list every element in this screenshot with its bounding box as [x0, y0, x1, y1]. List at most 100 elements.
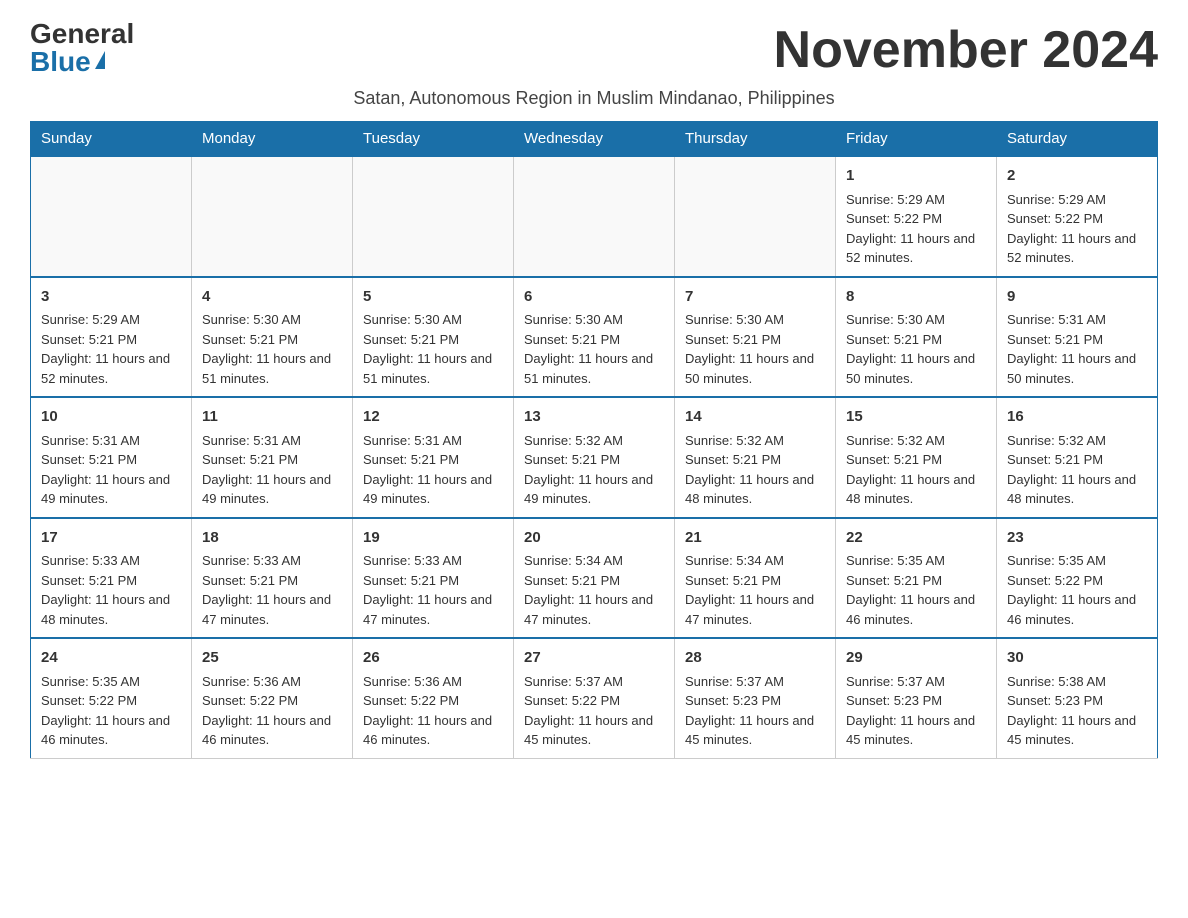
- calendar-cell: 17Sunrise: 5:33 AMSunset: 5:21 PMDayligh…: [31, 518, 192, 639]
- calendar-cell: 9Sunrise: 5:31 AMSunset: 5:21 PMDaylight…: [997, 277, 1158, 398]
- calendar-cell: 14Sunrise: 5:32 AMSunset: 5:21 PMDayligh…: [675, 397, 836, 518]
- calendar-cell: 22Sunrise: 5:35 AMSunset: 5:21 PMDayligh…: [836, 518, 997, 639]
- calendar-cell: 20Sunrise: 5:34 AMSunset: 5:21 PMDayligh…: [514, 518, 675, 639]
- logo: General Blue: [30, 20, 134, 76]
- calendar-week-row: 24Sunrise: 5:35 AMSunset: 5:22 PMDayligh…: [31, 638, 1158, 758]
- calendar-cell: 13Sunrise: 5:32 AMSunset: 5:21 PMDayligh…: [514, 397, 675, 518]
- day-number: 11: [202, 406, 342, 429]
- calendar-week-row: 3Sunrise: 5:29 AMSunset: 5:21 PMDaylight…: [31, 277, 1158, 398]
- day-number: 18: [202, 527, 342, 550]
- day-number: 24: [41, 647, 181, 670]
- day-number: 22: [846, 527, 986, 550]
- calendar-cell: 3Sunrise: 5:29 AMSunset: 5:21 PMDaylight…: [31, 277, 192, 398]
- calendar-cell: 16Sunrise: 5:32 AMSunset: 5:21 PMDayligh…: [997, 397, 1158, 518]
- calendar-week-row: 17Sunrise: 5:33 AMSunset: 5:21 PMDayligh…: [31, 518, 1158, 639]
- calendar-cell: 27Sunrise: 5:37 AMSunset: 5:22 PMDayligh…: [514, 638, 675, 758]
- day-number: 2: [1007, 165, 1147, 188]
- calendar-cell: 19Sunrise: 5:33 AMSunset: 5:21 PMDayligh…: [353, 518, 514, 639]
- day-info: Sunrise: 5:30 AMSunset: 5:21 PMDaylight:…: [685, 310, 825, 388]
- calendar-cell: 10Sunrise: 5:31 AMSunset: 5:21 PMDayligh…: [31, 397, 192, 518]
- weekday-header-friday: Friday: [836, 122, 997, 157]
- day-number: 12: [363, 406, 503, 429]
- day-info: Sunrise: 5:36 AMSunset: 5:22 PMDaylight:…: [202, 672, 342, 750]
- weekday-header-thursday: Thursday: [675, 122, 836, 157]
- weekday-header-wednesday: Wednesday: [514, 122, 675, 157]
- weekday-header-tuesday: Tuesday: [353, 122, 514, 157]
- page-header: General Blue November 2024: [30, 20, 1158, 80]
- calendar-week-row: 1Sunrise: 5:29 AMSunset: 5:22 PMDaylight…: [31, 156, 1158, 277]
- day-info: Sunrise: 5:34 AMSunset: 5:21 PMDaylight:…: [524, 551, 664, 629]
- calendar-cell: 15Sunrise: 5:32 AMSunset: 5:21 PMDayligh…: [836, 397, 997, 518]
- weekday-header-monday: Monday: [192, 122, 353, 157]
- weekday-header-row: SundayMondayTuesdayWednesdayThursdayFrid…: [31, 122, 1158, 157]
- day-number: 25: [202, 647, 342, 670]
- calendar-cell: 24Sunrise: 5:35 AMSunset: 5:22 PMDayligh…: [31, 638, 192, 758]
- day-number: 29: [846, 647, 986, 670]
- day-info: Sunrise: 5:29 AMSunset: 5:22 PMDaylight:…: [1007, 190, 1147, 268]
- day-number: 4: [202, 286, 342, 309]
- day-number: 30: [1007, 647, 1147, 670]
- calendar-header: SundayMondayTuesdayWednesdayThursdayFrid…: [31, 122, 1158, 157]
- calendar-cell: 30Sunrise: 5:38 AMSunset: 5:23 PMDayligh…: [997, 638, 1158, 758]
- day-number: 13: [524, 406, 664, 429]
- day-number: 27: [524, 647, 664, 670]
- day-info: Sunrise: 5:33 AMSunset: 5:21 PMDaylight:…: [41, 551, 181, 629]
- day-info: Sunrise: 5:33 AMSunset: 5:21 PMDaylight:…: [202, 551, 342, 629]
- day-number: 8: [846, 286, 986, 309]
- day-info: Sunrise: 5:38 AMSunset: 5:23 PMDaylight:…: [1007, 672, 1147, 750]
- calendar-cell: 12Sunrise: 5:31 AMSunset: 5:21 PMDayligh…: [353, 397, 514, 518]
- day-info: Sunrise: 5:33 AMSunset: 5:21 PMDaylight:…: [363, 551, 503, 629]
- day-number: 28: [685, 647, 825, 670]
- day-number: 3: [41, 286, 181, 309]
- subtitle: Satan, Autonomous Region in Muslim Minda…: [30, 88, 1158, 109]
- calendar-cell: 7Sunrise: 5:30 AMSunset: 5:21 PMDaylight…: [675, 277, 836, 398]
- calendar-cell: 23Sunrise: 5:35 AMSunset: 5:22 PMDayligh…: [997, 518, 1158, 639]
- calendar-cell: 25Sunrise: 5:36 AMSunset: 5:22 PMDayligh…: [192, 638, 353, 758]
- calendar-cell: [514, 156, 675, 277]
- day-info: Sunrise: 5:35 AMSunset: 5:22 PMDaylight:…: [41, 672, 181, 750]
- logo-blue-text: Blue: [30, 48, 105, 76]
- calendar-week-row: 10Sunrise: 5:31 AMSunset: 5:21 PMDayligh…: [31, 397, 1158, 518]
- day-number: 6: [524, 286, 664, 309]
- calendar-body: 1Sunrise: 5:29 AMSunset: 5:22 PMDaylight…: [31, 156, 1158, 758]
- day-number: 16: [1007, 406, 1147, 429]
- day-number: 15: [846, 406, 986, 429]
- calendar-cell: 18Sunrise: 5:33 AMSunset: 5:21 PMDayligh…: [192, 518, 353, 639]
- day-number: 5: [363, 286, 503, 309]
- day-info: Sunrise: 5:30 AMSunset: 5:21 PMDaylight:…: [524, 310, 664, 388]
- calendar-cell: [192, 156, 353, 277]
- day-number: 26: [363, 647, 503, 670]
- day-number: 17: [41, 527, 181, 550]
- calendar-cell: 28Sunrise: 5:37 AMSunset: 5:23 PMDayligh…: [675, 638, 836, 758]
- day-number: 21: [685, 527, 825, 550]
- day-info: Sunrise: 5:32 AMSunset: 5:21 PMDaylight:…: [524, 431, 664, 509]
- calendar-cell: 6Sunrise: 5:30 AMSunset: 5:21 PMDaylight…: [514, 277, 675, 398]
- calendar-cell: 26Sunrise: 5:36 AMSunset: 5:22 PMDayligh…: [353, 638, 514, 758]
- day-info: Sunrise: 5:30 AMSunset: 5:21 PMDaylight:…: [846, 310, 986, 388]
- day-info: Sunrise: 5:29 AMSunset: 5:22 PMDaylight:…: [846, 190, 986, 268]
- day-info: Sunrise: 5:32 AMSunset: 5:21 PMDaylight:…: [1007, 431, 1147, 509]
- day-number: 7: [685, 286, 825, 309]
- calendar-cell: 29Sunrise: 5:37 AMSunset: 5:23 PMDayligh…: [836, 638, 997, 758]
- day-info: Sunrise: 5:30 AMSunset: 5:21 PMDaylight:…: [202, 310, 342, 388]
- day-info: Sunrise: 5:31 AMSunset: 5:21 PMDaylight:…: [363, 431, 503, 509]
- day-number: 23: [1007, 527, 1147, 550]
- weekday-header-saturday: Saturday: [997, 122, 1158, 157]
- day-number: 1: [846, 165, 986, 188]
- calendar-cell: 21Sunrise: 5:34 AMSunset: 5:21 PMDayligh…: [675, 518, 836, 639]
- weekday-header-sunday: Sunday: [31, 122, 192, 157]
- day-info: Sunrise: 5:32 AMSunset: 5:21 PMDaylight:…: [685, 431, 825, 509]
- day-info: Sunrise: 5:35 AMSunset: 5:21 PMDaylight:…: [846, 551, 986, 629]
- calendar-cell: 4Sunrise: 5:30 AMSunset: 5:21 PMDaylight…: [192, 277, 353, 398]
- calendar-cell: 11Sunrise: 5:31 AMSunset: 5:21 PMDayligh…: [192, 397, 353, 518]
- calendar-cell: 1Sunrise: 5:29 AMSunset: 5:22 PMDaylight…: [836, 156, 997, 277]
- day-info: Sunrise: 5:29 AMSunset: 5:21 PMDaylight:…: [41, 310, 181, 388]
- page-title: November 2024: [774, 20, 1158, 80]
- day-number: 9: [1007, 286, 1147, 309]
- day-info: Sunrise: 5:30 AMSunset: 5:21 PMDaylight:…: [363, 310, 503, 388]
- calendar-cell: 2Sunrise: 5:29 AMSunset: 5:22 PMDaylight…: [997, 156, 1158, 277]
- calendar-table: SundayMondayTuesdayWednesdayThursdayFrid…: [30, 121, 1158, 759]
- day-info: Sunrise: 5:31 AMSunset: 5:21 PMDaylight:…: [202, 431, 342, 509]
- day-info: Sunrise: 5:35 AMSunset: 5:22 PMDaylight:…: [1007, 551, 1147, 629]
- calendar-cell: [353, 156, 514, 277]
